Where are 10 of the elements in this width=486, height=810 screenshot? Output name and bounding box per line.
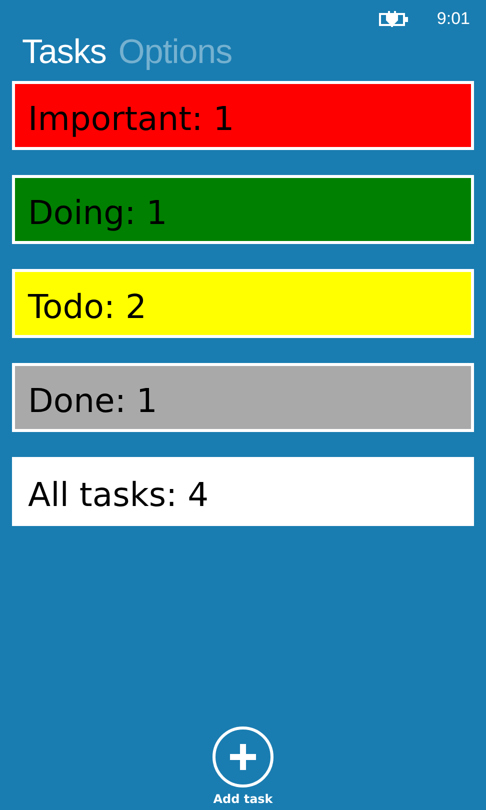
category-tile[interactable]: Doing: 1 (12, 175, 474, 244)
add-icon (212, 726, 274, 788)
category-tile[interactable]: Done: 1 (12, 363, 474, 432)
status-time: 9:01 (436, 9, 470, 29)
category-tile[interactable]: All tasks: 4 (12, 457, 474, 526)
category-tile[interactable]: Todo: 2 (12, 269, 474, 338)
category-tile[interactable]: Important: 1 (12, 81, 474, 150)
pivot-tab[interactable]: Tasks (22, 32, 106, 72)
add-task-button[interactable]: Add task (212, 726, 274, 806)
battery-charging-icon (378, 11, 409, 27)
